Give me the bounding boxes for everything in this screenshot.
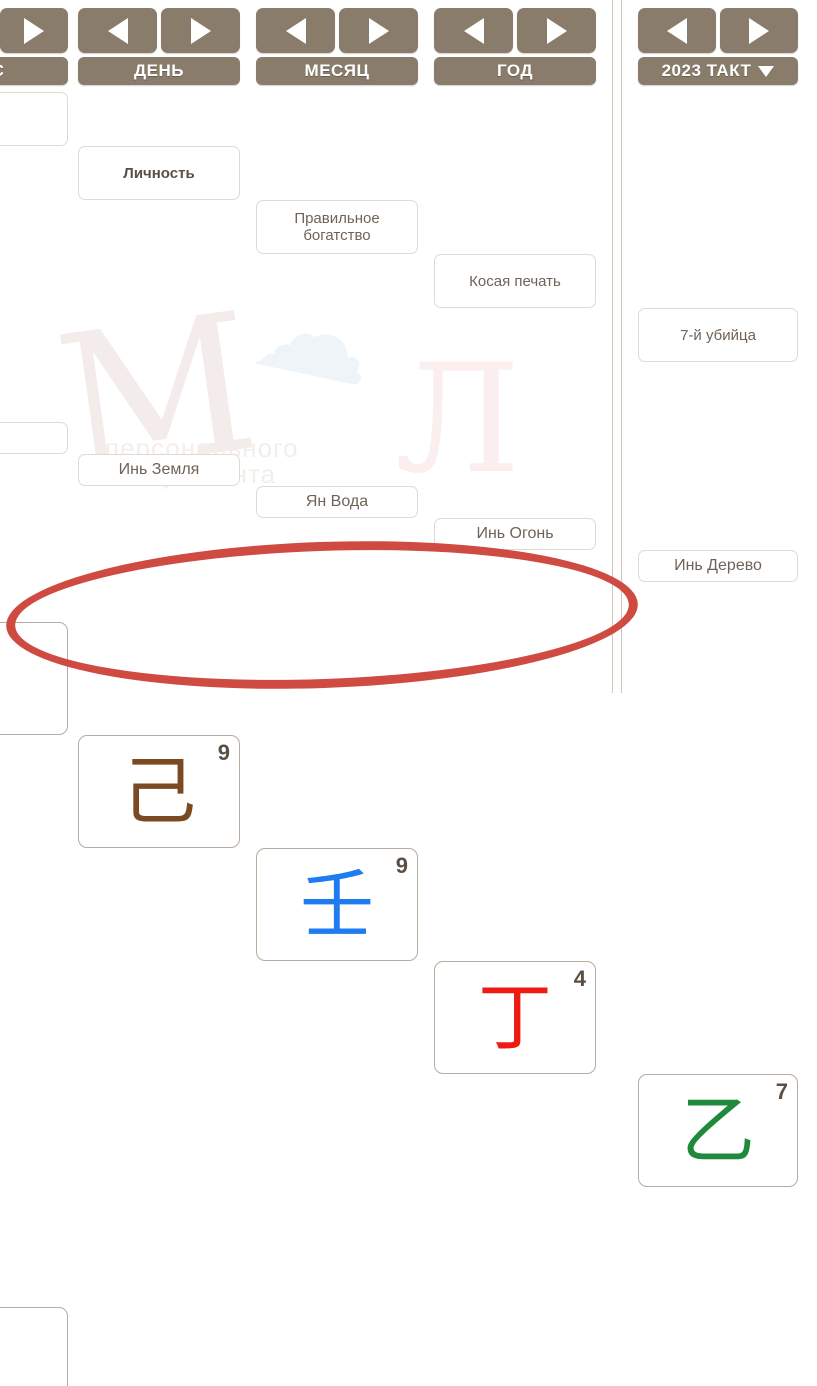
stem-glyph-cell-luck[interactable]: 乙 7 xyxy=(638,1074,798,1187)
god-label-month: Правильное богатство xyxy=(294,210,380,244)
god-label-luck: 7-й убийца xyxy=(680,326,756,344)
stem-number-month: 9 xyxy=(395,853,408,878)
column-header-year-label: ГОД xyxy=(496,61,534,80)
month-prev-button[interactable] xyxy=(256,8,335,53)
stem-element-label-day: Инь Земля xyxy=(118,461,200,478)
triangle-left-icon xyxy=(285,17,306,44)
stem-element-cell-day[interactable]: Инь Земля xyxy=(78,454,240,486)
column-header-hour-label: С xyxy=(0,61,4,81)
stem-glyph-luck: 乙 xyxy=(681,1087,755,1174)
stem-number-year: 4 xyxy=(573,966,586,991)
triangle-right-icon xyxy=(190,17,211,44)
stem-number-luck: 7 xyxy=(775,1079,788,1104)
triangle-right-icon xyxy=(749,17,769,44)
triangle-right-icon xyxy=(546,17,567,44)
column-header-year[interactable]: ГОД xyxy=(434,57,596,85)
luck-prev-button[interactable] xyxy=(638,8,716,53)
day-next-button[interactable] xyxy=(161,8,240,53)
nav-hour xyxy=(0,8,68,53)
column-header-luck[interactable]: 2023 ТАКТ xyxy=(638,57,798,85)
stem-element-cell-month[interactable]: Ян Вода xyxy=(256,486,418,518)
panel-divider xyxy=(612,0,622,693)
column-header-day[interactable]: ДЕНЬ xyxy=(78,57,240,85)
stem-element-cell-year[interactable]: Инь Огонь xyxy=(434,518,596,550)
year-next-button[interactable] xyxy=(517,8,596,53)
triangle-left-icon xyxy=(107,17,128,44)
stem-glyph-cell-hour[interactable] xyxy=(0,622,68,735)
stem-element-cell-luck[interactable]: Инь Дерево xyxy=(638,550,798,582)
stem-glyph-cell-day[interactable]: 己 9 xyxy=(78,735,240,848)
god-label-year: Косая печать xyxy=(469,272,561,290)
god-cell-month[interactable]: Правильное богатство xyxy=(256,200,418,254)
triangle-right-icon xyxy=(368,17,389,44)
stem-element-label-luck: Инь Дерево xyxy=(674,557,762,574)
column-header-luck-label: 2023 ТАКТ xyxy=(661,61,752,80)
nav-luck xyxy=(638,8,798,53)
caret-down-icon xyxy=(758,65,775,77)
luck-next-button[interactable] xyxy=(720,8,798,53)
nav-day xyxy=(78,8,240,53)
year-prev-button[interactable] xyxy=(434,8,513,53)
bazi-chart-board: М ☁ Л персонального консультанта С ДЕНЬ … xyxy=(0,0,817,1386)
day-prev-button[interactable] xyxy=(78,8,157,53)
annotation-ellipse xyxy=(3,531,641,699)
branch-glyph-cell-hour[interactable] xyxy=(0,1307,68,1386)
god-label-day: Личность xyxy=(123,164,195,182)
hour-next-button[interactable] xyxy=(0,8,68,53)
column-header-month[interactable]: МЕСЯЦ xyxy=(256,57,418,85)
god-cell-year[interactable]: Косая печать xyxy=(434,254,596,308)
stem-element-label-year: Инь Огонь xyxy=(476,525,554,542)
watermark-mark-3: Л xyxy=(395,333,521,507)
stem-glyph-month: 壬 xyxy=(300,861,374,948)
god-cell-hour[interactable] xyxy=(0,92,68,146)
triangle-right-icon xyxy=(24,17,44,44)
nav-year xyxy=(434,8,596,53)
triangle-left-icon xyxy=(667,17,687,44)
stem-glyph-day: 己 xyxy=(122,748,196,835)
watermark-mark-2: ☁ xyxy=(241,254,389,415)
stem-element-label-month: Ян Вода xyxy=(305,493,369,510)
month-next-button[interactable] xyxy=(339,8,418,53)
column-header-hour[interactable]: С xyxy=(0,57,68,85)
column-header-month-label: МЕСЯЦ xyxy=(304,61,370,80)
stem-number-day: 9 xyxy=(217,740,230,765)
triangle-left-icon xyxy=(463,17,484,44)
stem-element-cell-hour[interactable] xyxy=(0,422,68,454)
stem-glyph-cell-month[interactable]: 壬 9 xyxy=(256,848,418,961)
god-cell-luck[interactable]: 7-й убийца xyxy=(638,308,798,362)
column-header-day-label: ДЕНЬ xyxy=(134,61,184,80)
stem-glyph-cell-year[interactable]: 丁 4 xyxy=(434,961,596,1074)
god-cell-day[interactable]: Личность xyxy=(78,146,240,200)
stem-glyph-year: 丁 xyxy=(478,974,552,1061)
nav-month xyxy=(256,8,418,53)
